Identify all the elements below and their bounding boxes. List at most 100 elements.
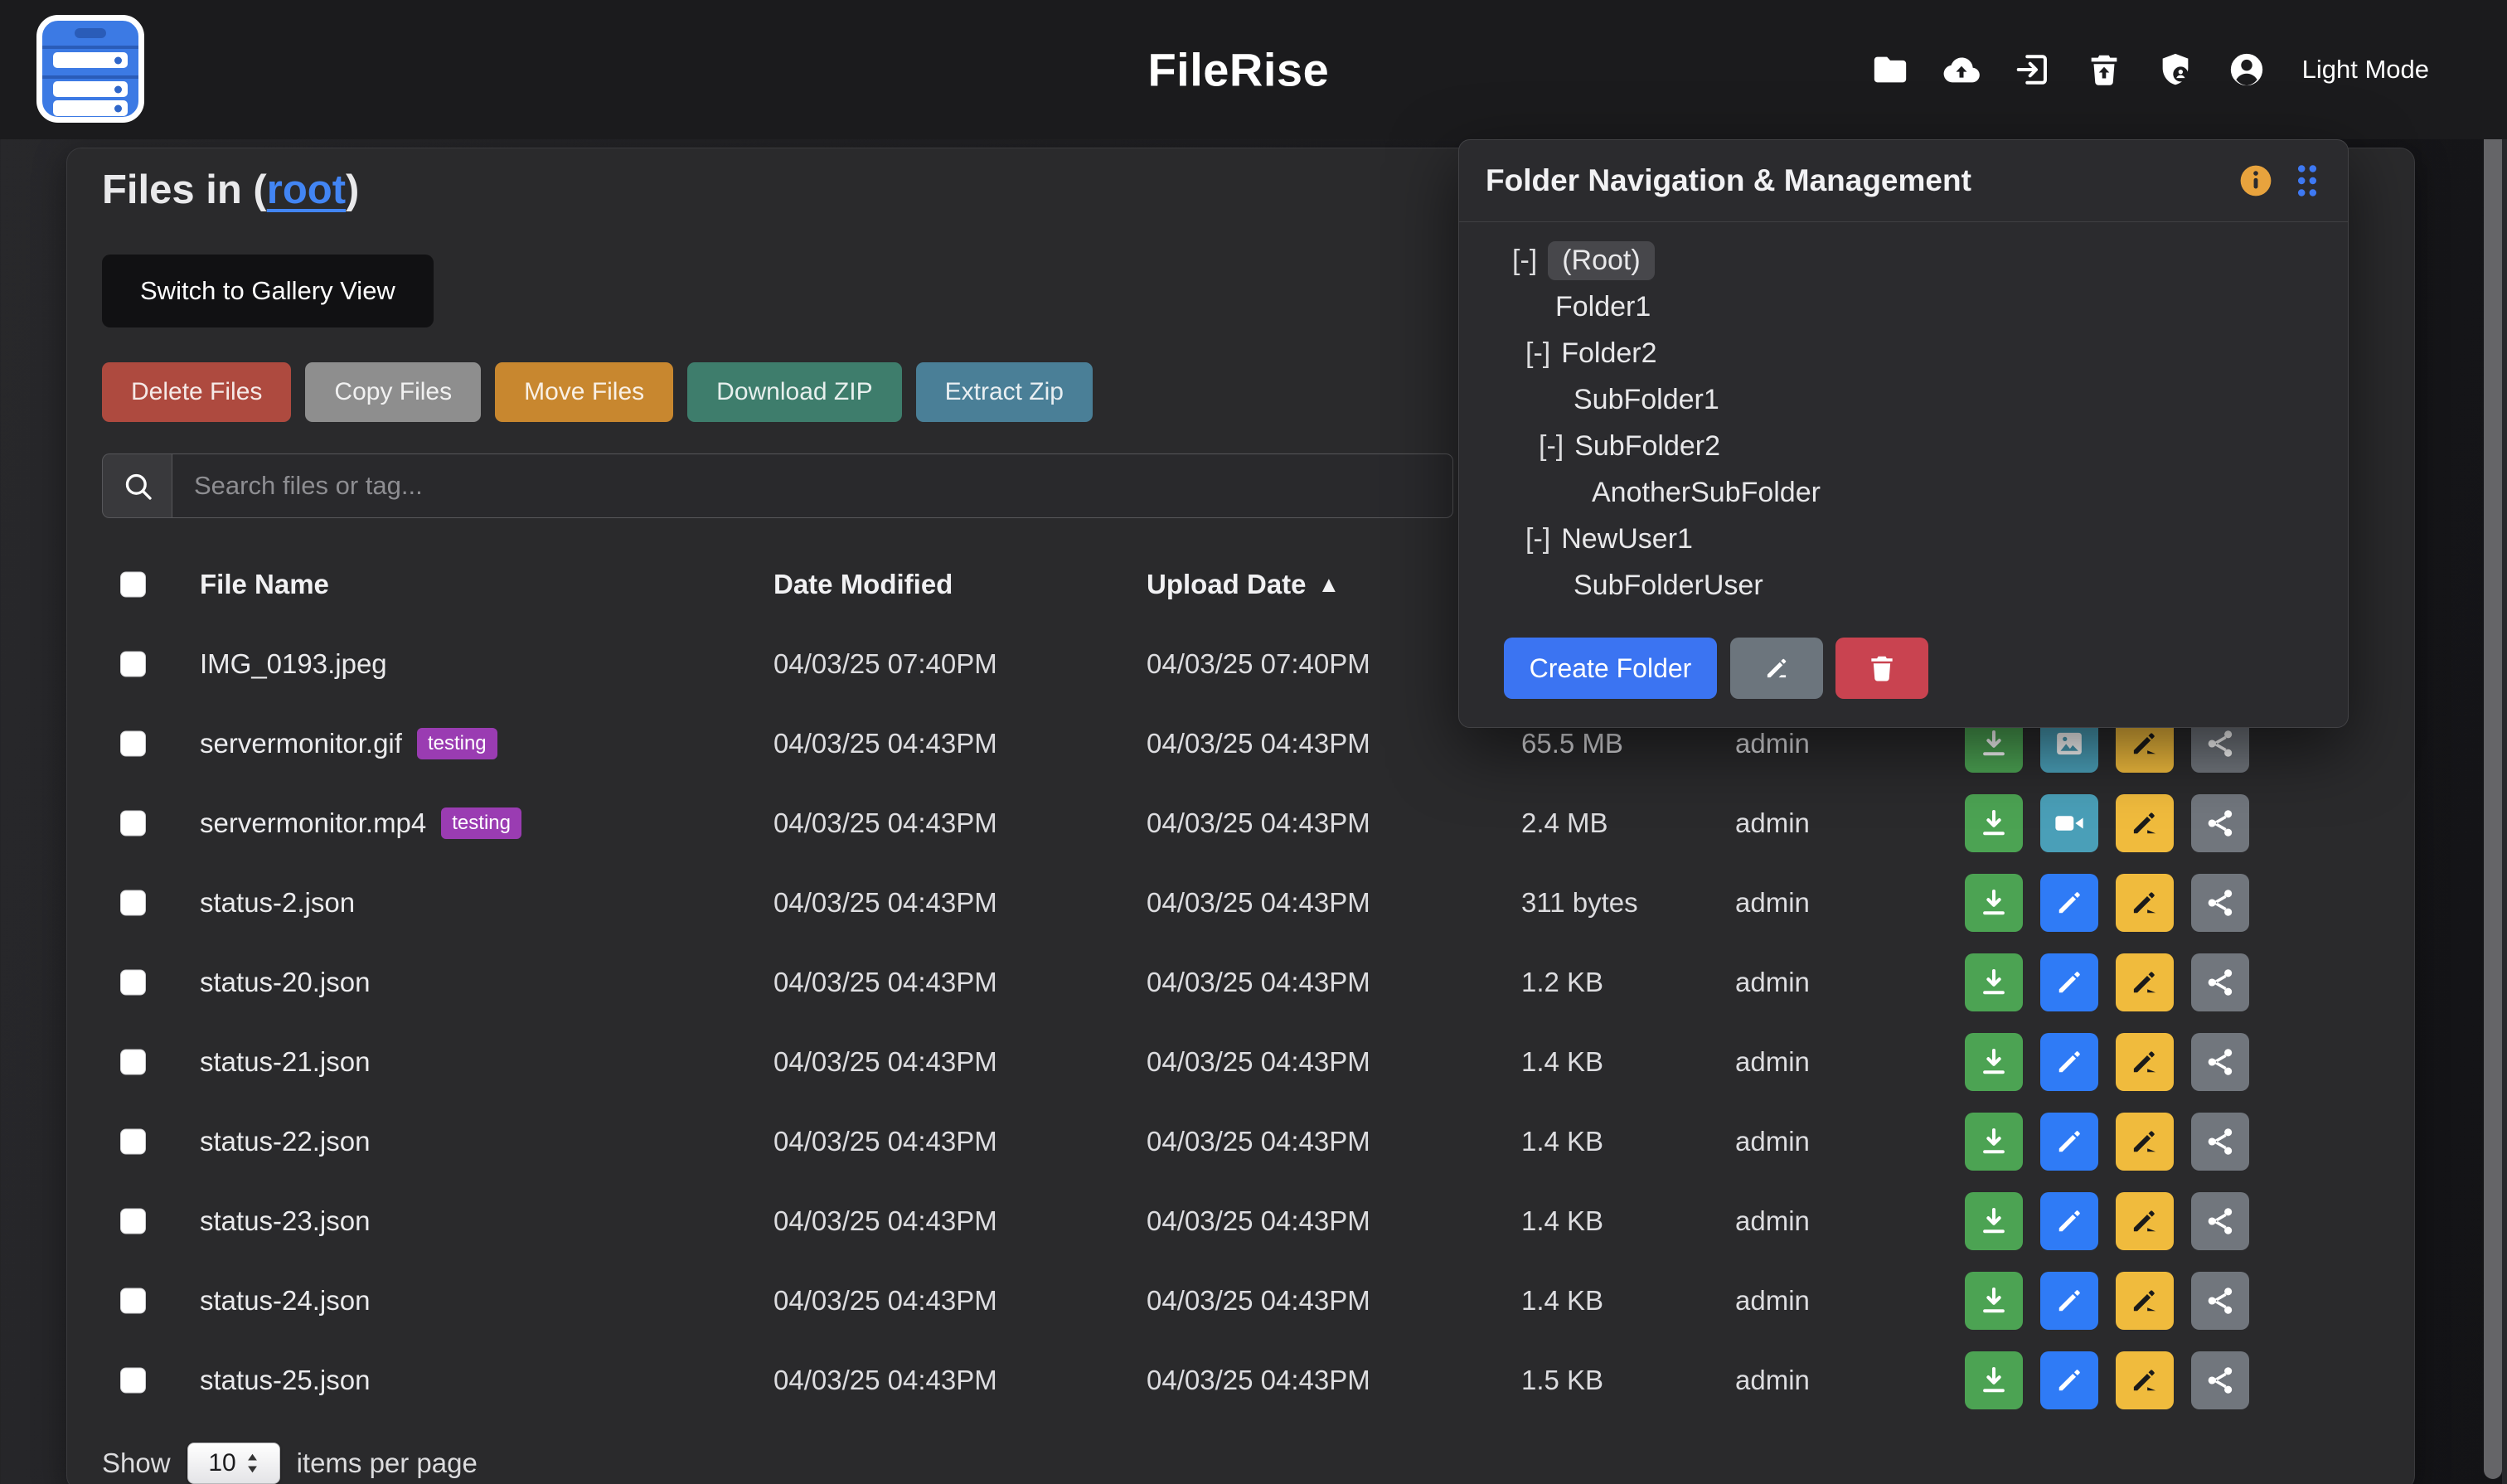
file-checkbox[interactable] [120,1129,146,1155]
collapse-toggle[interactable]: [-] [1525,337,1550,370]
download-button[interactable] [1965,1192,2023,1250]
share-file-button[interactable] [2191,874,2249,932]
folder-tree-item[interactable]: [-] SubFolder2 [1459,423,2348,469]
column-file-name[interactable]: File Name [200,569,329,600]
upload-date-cell: 04/03/25 04:43PM [1147,728,1370,759]
folder-label[interactable]: Folder2 [1561,337,1656,370]
download-zip-button[interactable]: Download ZIP [687,362,901,422]
select-all-checkbox[interactable] [120,572,146,598]
collapse-toggle[interactable]: [-] [1525,523,1550,555]
delete-folder-button[interactable] [1835,638,1928,699]
rename-folder-button[interactable] [1730,638,1823,699]
share-file-button[interactable] [2191,1351,2249,1409]
folder-tree-item[interactable]: SubFolder1 [1459,376,2348,423]
rename-file-button[interactable] [2116,1192,2174,1250]
row-actions [1965,874,2249,932]
folder-tree-item[interactable]: [-] Folder2 [1459,330,2348,376]
download-button[interactable] [1965,794,2023,852]
rename-file-button[interactable] [2116,1033,2174,1091]
file-checkbox[interactable] [120,970,146,996]
edit-file-button[interactable] [2040,1192,2098,1250]
rename-file-button[interactable] [2116,1113,2174,1171]
delete-files-button[interactable]: Delete Files [102,362,291,422]
folder-label[interactable]: SubFolderUser [1574,570,1763,602]
download-button[interactable] [1965,953,2023,1011]
switch-gallery-view-button[interactable]: Switch to Gallery View [102,255,434,327]
file-checkbox[interactable] [120,811,146,837]
share-file-button[interactable] [2191,1192,2249,1250]
download-button[interactable] [1965,1113,2023,1171]
folder-label[interactable]: SubFolder2 [1574,430,1720,463]
share-file-button[interactable] [2191,794,2249,852]
app-logo[interactable] [36,15,144,123]
folder-tree-item[interactable]: SubFolderUser [1459,562,2348,609]
share-file-button[interactable] [2191,953,2249,1011]
restore-trash-icon[interactable] [2085,51,2123,89]
folder-tree-item[interactable]: [-] (Root) [1459,237,2348,284]
date-modified-cell: 04/03/25 04:43PM [773,1205,997,1237]
copy-files-button[interactable]: Copy Files [305,362,481,422]
rename-file-button[interactable] [2116,874,2174,932]
rename-file-button[interactable] [2116,1351,2174,1409]
share-file-button[interactable] [2191,1033,2249,1091]
rename-file-button[interactable] [2116,1272,2174,1330]
download-button[interactable] [1965,1351,2023,1409]
info-icon[interactable] [2238,163,2273,198]
edit-file-button[interactable] [2040,1351,2098,1409]
admin-shield-icon[interactable] [2156,51,2194,89]
collapse-toggle[interactable]: [-] [1539,430,1564,463]
stepper-arrows-icon [246,1452,259,1474]
file-checkbox[interactable] [120,731,146,757]
download-button[interactable] [1965,874,2023,932]
edit-file-button[interactable] [2040,874,2098,932]
edit-file-button[interactable] [2040,953,2098,1011]
file-size-cell: 1.4 KB [1521,1046,1603,1078]
file-checkbox[interactable] [120,890,146,916]
collapse-toggle[interactable]: [-] [1512,245,1537,277]
folder-tree-item[interactable]: Folder1 [1459,284,2348,330]
file-checkbox[interactable] [120,1209,146,1234]
file-name-cell: status-2.json [200,887,355,919]
light-mode-toggle[interactable]: Light Mode [2302,55,2429,85]
preview-video-button[interactable] [2040,794,2098,852]
folder-label-selected[interactable]: (Root) [1548,241,1654,280]
edit-file-button[interactable] [2040,1272,2098,1330]
create-folder-button[interactable]: Create Folder [1504,638,1717,699]
edit-file-button[interactable] [2040,1113,2098,1171]
column-date-modified[interactable]: Date Modified [773,569,953,600]
folder-label[interactable]: SubFolder1 [1574,384,1719,416]
cloud-upload-icon[interactable] [1942,51,1981,89]
folder-label[interactable]: AnotherSubFolder [1592,477,1821,509]
drag-handle-icon[interactable] [2293,162,2321,200]
file-checkbox[interactable] [120,1050,146,1075]
rename-file-button[interactable] [2116,794,2174,852]
scrollbar-thumb[interactable] [2484,3,2502,1479]
file-checkbox[interactable] [120,1288,146,1314]
folder-icon[interactable] [1871,51,1909,89]
folder-tree-item[interactable]: AnotherSubFolder [1459,469,2348,516]
table-row: status-22.json04/03/25 04:43PM04/03/25 0… [67,1102,2414,1181]
edit-file-button[interactable] [2040,1033,2098,1091]
download-button[interactable] [1965,1033,2023,1091]
trash-icon [1866,652,1898,684]
folder-tree-item[interactable]: [-] NewUser1 [1459,516,2348,562]
search-input[interactable] [172,453,1453,518]
file-checkbox[interactable] [120,1368,146,1394]
items-per-page-label: items per page [297,1448,478,1479]
extract-zip-button[interactable]: Extract Zip [916,362,1093,422]
account-icon[interactable] [2228,51,2266,89]
file-checkbox[interactable] [120,652,146,677]
video-icon [2052,806,2087,841]
folder-label[interactable]: NewUser1 [1561,523,1693,555]
share-file-button[interactable] [2191,1113,2249,1171]
folder-label[interactable]: Folder1 [1555,291,1651,323]
rename-file-button[interactable] [2116,953,2174,1011]
share-file-button[interactable] [2191,1272,2249,1330]
upload-date-cell: 04/03/25 04:43PM [1147,1046,1370,1078]
column-upload-date[interactable]: Upload Date▲ [1147,569,1340,600]
page-size-select[interactable]: 10 [187,1443,280,1484]
download-button[interactable] [1965,1272,2023,1330]
root-folder-link[interactable]: root [267,167,346,212]
logout-icon[interactable] [2014,51,2052,89]
move-files-button[interactable]: Move Files [495,362,673,422]
